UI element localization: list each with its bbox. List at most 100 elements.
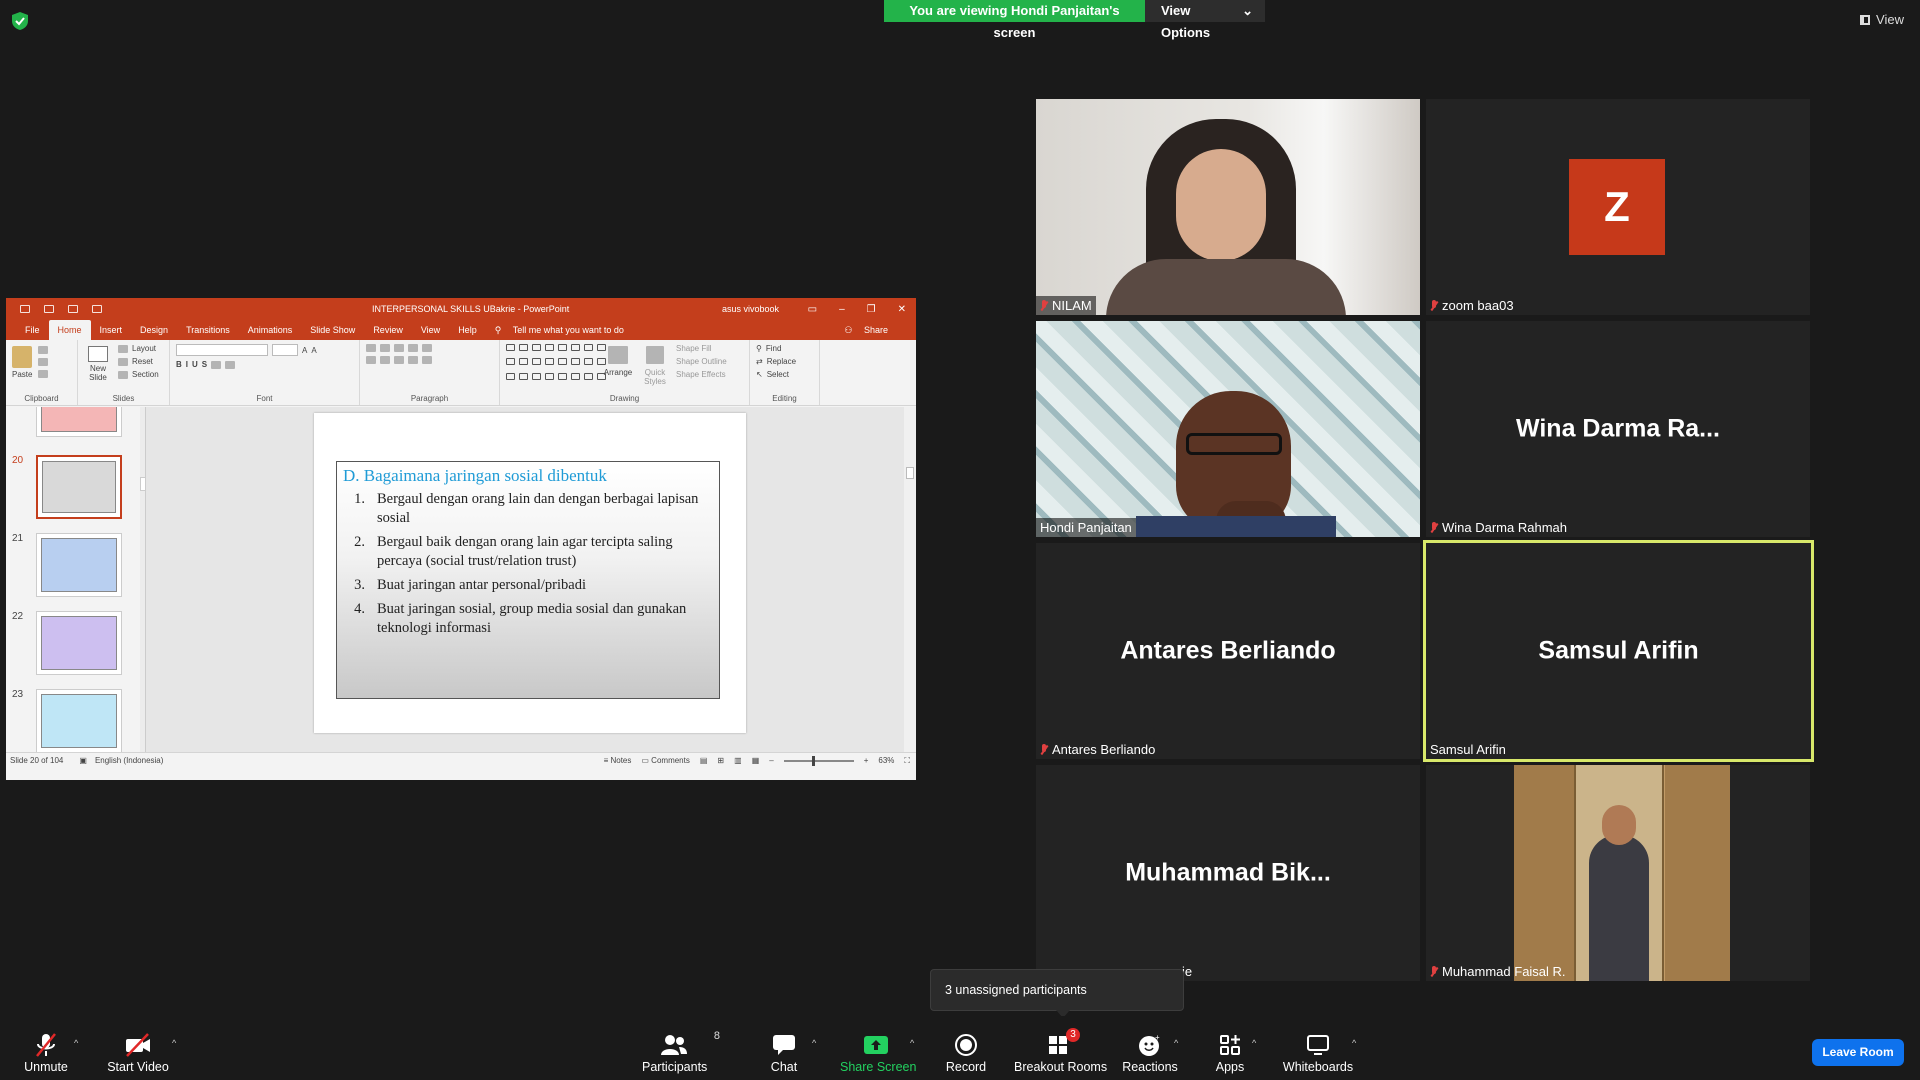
tell-me-search[interactable]: ⚲ Tell me what you want to do <box>486 320 642 340</box>
char-spacing-icon[interactable] <box>211 360 222 369</box>
section-button[interactable]: Section <box>118 370 159 379</box>
slide-thumbnail[interactable]: 22 <box>12 611 132 675</box>
participant-tile[interactable]: NILAM <box>1036 99 1420 315</box>
justify-icon[interactable] <box>408 356 418 364</box>
find-button[interactable]: ⚲ Find <box>756 344 813 353</box>
replace-button[interactable]: ⇄ Replace <box>756 357 813 366</box>
tab-slide-show[interactable]: Slide Show <box>301 320 364 340</box>
grow-font-icon[interactable]: A <box>302 346 307 355</box>
tab-insert[interactable]: Insert <box>91 320 132 340</box>
line-spacing-icon[interactable] <box>422 344 432 352</box>
view-layout-button[interactable]: View <box>1860 12 1904 27</box>
maximize-icon[interactable]: ❐ <box>867 304 876 315</box>
whiteboards-button[interactable]: Whiteboards <box>1282 1032 1354 1074</box>
slide-thumbnail-selected[interactable]: 20 <box>12 455 132 519</box>
tab-help[interactable]: Help <box>449 320 486 340</box>
scrollbar-thumb[interactable] <box>140 477 145 491</box>
unmute-button[interactable]: Unmute <box>22 1032 70 1074</box>
participant-tile[interactable]: Muhammad Faisal R. <box>1426 765 1810 981</box>
slide-thumbnail[interactable]: 23 <box>12 689 132 752</box>
tab-review[interactable]: Review <box>364 320 412 340</box>
bold-icon[interactable]: B <box>176 360 182 369</box>
minimize-icon[interactable]: – <box>839 304 845 315</box>
shape-effects-button[interactable]: Shape Effects <box>676 370 727 379</box>
share-button[interactable]: ⚇ Share <box>835 320 906 340</box>
font-size-box[interactable] <box>272 344 298 356</box>
paste-button[interactable]: Paste <box>12 344 32 382</box>
shrink-font-icon[interactable]: A <box>311 346 316 355</box>
format-painter-icon[interactable] <box>38 370 49 378</box>
reactions-button[interactable]: + Reactions <box>1122 1032 1178 1074</box>
thumbnail-scrollbar[interactable] <box>140 407 145 752</box>
record-button[interactable]: Record <box>944 1032 988 1074</box>
columns-icon[interactable] <box>422 356 432 364</box>
tab-view[interactable]: View <box>412 320 449 340</box>
font-color-icon[interactable] <box>225 360 236 369</box>
participant-tile[interactable]: Hondi Panjaitan <box>1036 321 1420 537</box>
apps-button[interactable]: Apps <box>1210 1032 1250 1074</box>
comments-button[interactable]: ▭ Comments <box>641 756 689 765</box>
video-options-caret-icon[interactable]: ^ <box>172 1038 180 1048</box>
leave-room-button[interactable]: Leave Room <box>1812 1039 1904 1066</box>
underline-icon[interactable]: U <box>192 360 198 369</box>
quick-styles-button[interactable]: Quick Styles <box>640 344 670 386</box>
align-right-icon[interactable] <box>394 356 404 364</box>
select-button[interactable]: ↖ Select <box>756 370 813 379</box>
decrease-indent-icon[interactable] <box>394 344 404 352</box>
cut-icon[interactable] <box>38 346 49 354</box>
increase-indent-icon[interactable] <box>408 344 418 352</box>
participant-tile[interactable]: Antares Berliando Antares Berliando <box>1036 543 1420 759</box>
arrange-button[interactable]: Arrange <box>602 344 634 386</box>
audio-options-caret-icon[interactable]: ^ <box>74 1038 82 1048</box>
language-label[interactable]: English (Indonesia) <box>95 756 163 765</box>
bullets-icon[interactable] <box>366 344 376 352</box>
align-left-icon[interactable] <box>366 356 376 364</box>
share-screen-button[interactable]: Share Screen <box>840 1032 916 1074</box>
start-slideshow-icon[interactable] <box>92 305 102 313</box>
tab-animations[interactable]: Animations <box>239 320 302 340</box>
tab-transitions[interactable]: Transitions <box>177 320 239 340</box>
slide-scrollbar[interactable] <box>904 407 916 752</box>
slide-thumbnail[interactable]: 21 <box>12 533 132 597</box>
shape-outline-button[interactable]: Shape Outline <box>676 357 727 366</box>
participants-button[interactable]: 8 Participants <box>642 1030 720 1074</box>
scrollbar-thumb[interactable] <box>906 467 914 479</box>
tab-home[interactable]: Home <box>48 320 91 340</box>
slide-sorter-icon[interactable]: ⊞ <box>717 756 724 765</box>
zoom-level[interactable]: 63% <box>878 756 894 765</box>
reading-view-icon[interactable]: ▥ <box>734 756 742 765</box>
fit-slide-icon[interactable]: ⛶ <box>904 756 910 766</box>
zoom-in-icon[interactable]: + <box>864 756 869 765</box>
shape-fill-button[interactable]: Shape Fill <box>676 344 727 353</box>
chat-options-caret-icon[interactable]: ^ <box>812 1038 820 1048</box>
slideshow-view-icon[interactable]: ▦ <box>752 756 760 765</box>
apps-options-caret-icon[interactable]: ^ <box>1252 1038 1260 1048</box>
view-options-button[interactable]: View Options ⌄ <box>1145 0 1265 40</box>
redo-icon[interactable] <box>68 305 78 313</box>
start-video-button[interactable]: Start Video <box>106 1032 170 1074</box>
whiteboards-options-caret-icon[interactable]: ^ <box>1352 1038 1360 1048</box>
close-icon[interactable]: ✕ <box>898 304 906 315</box>
numbering-icon[interactable] <box>380 344 390 352</box>
tab-design[interactable]: Design <box>131 320 177 340</box>
share-options-caret-icon[interactable]: ^ <box>910 1038 918 1048</box>
slide-content-box[interactable]: D. Bagaimana jaringan sosial dibentuk 1.… <box>336 461 720 699</box>
tab-file[interactable]: File <box>16 320 49 340</box>
participant-tile-active-speaker[interactable]: Samsul Arifin Samsul Arifin <box>1423 540 1814 762</box>
participant-tile[interactable]: Muhammad Bik... ie <box>1036 765 1420 981</box>
security-shield-icon[interactable] <box>12 12 28 30</box>
zoom-slider[interactable] <box>783 755 854 766</box>
ribbon-display-icon[interactable]: ▭ <box>808 304 817 315</box>
zoom-out-icon[interactable]: – <box>769 756 773 765</box>
ppt-user-name[interactable]: asus vivobook <box>722 304 779 314</box>
undo-icon[interactable] <box>44 305 54 313</box>
spell-check-icon[interactable]: ▣ <box>79 756 87 765</box>
breakout-rooms-button[interactable]: 3 Breakout Rooms <box>1014 1028 1107 1074</box>
italic-icon[interactable]: I <box>186 360 188 369</box>
save-icon[interactable] <box>20 305 30 313</box>
align-center-icon[interactable] <box>380 356 390 364</box>
reset-button[interactable]: Reset <box>118 357 159 366</box>
new-slide-button[interactable]: New Slide <box>84 344 112 383</box>
shapes-gallery[interactable] <box>506 344 606 384</box>
notes-button[interactable]: ≡ Notes <box>604 756 632 765</box>
